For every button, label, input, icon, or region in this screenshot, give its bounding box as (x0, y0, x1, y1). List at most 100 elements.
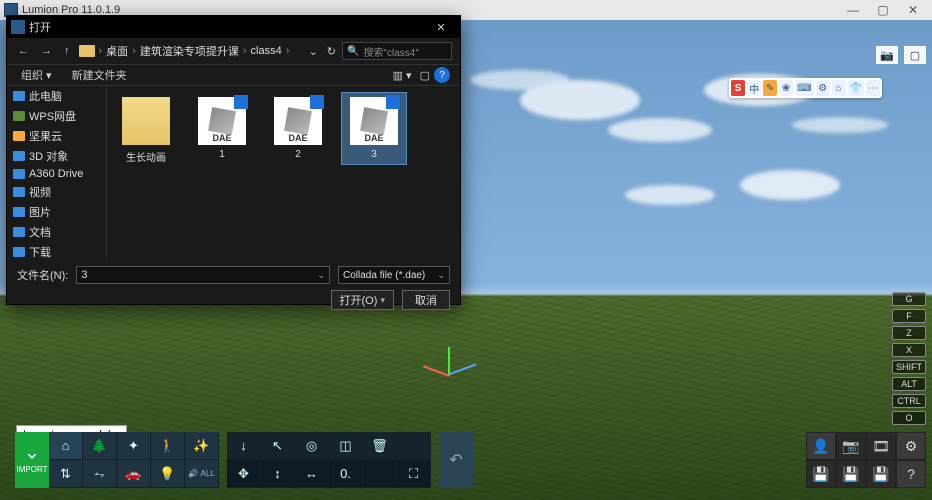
cat-light-button[interactable]: 💡 (151, 460, 185, 488)
cancel-button[interactable]: 取消 (402, 290, 450, 310)
folder-item[interactable]: 生长动画 (113, 92, 179, 169)
view-mode-button[interactable]: ▥ ▾ (389, 69, 416, 82)
open-button[interactable]: 打开(O) ▾ (331, 290, 394, 310)
ime-chip[interactable]: 中 (747, 80, 761, 96)
camera-toggle-icon[interactable]: 📷 (876, 46, 898, 64)
chevron-down-icon[interactable]: ⌄ (437, 270, 445, 281)
minimize-button[interactable]: — (838, 0, 868, 20)
chevron-down-icon[interactable]: ⌄ (317, 270, 325, 281)
file-icon: DAE (274, 97, 322, 145)
dialog-title: 打开 (29, 19, 51, 35)
file-item[interactable]: DAE2 (265, 92, 331, 165)
cat-utility-button[interactable]: ⥊ (83, 460, 117, 488)
cat-people-button[interactable]: 🚶 (151, 432, 185, 460)
dialog-titlebar[interactable]: 打开 ✕ (7, 16, 460, 38)
save-button[interactable]: 💾 (806, 460, 836, 488)
movie-mode-button[interactable]: 🎞 (866, 432, 896, 460)
load-button[interactable]: 💾 (866, 460, 896, 488)
filename-label: 文件名(N): (17, 267, 68, 283)
save-as-button[interactable]: 💾 (836, 460, 866, 488)
nav-back-button[interactable]: ← (15, 45, 32, 57)
tree-node[interactable]: 图片 (7, 202, 106, 222)
mode-toolbar: 👤 📷 🎞 ⚙ 💾 💾 💾 ? (806, 432, 926, 488)
tree-node[interactable]: 文档 (7, 222, 106, 242)
move-h-button[interactable]: ↔ (295, 460, 329, 488)
tree-label: 坚果云 (29, 128, 62, 144)
crumb[interactable]: 桌面 (106, 43, 128, 59)
context-button[interactable]: ◎ (295, 432, 329, 460)
category-group: IMPORT ⌂ 🌲 ✦ 🚶 ✨ ⇅ ⥊ 🚗 💡 🔊 ALL (15, 432, 219, 488)
tree-icon (13, 227, 25, 237)
key-hint: X (892, 343, 926, 357)
refresh-button[interactable]: ↻ (327, 45, 336, 58)
close-button[interactable]: ✕ (898, 0, 928, 20)
ime-chip[interactable]: S (731, 80, 745, 96)
import-icon (23, 447, 41, 465)
crumb[interactable]: 建筑渲染专项提升课 (140, 43, 239, 59)
folder-tree[interactable]: 此电脑WPS网盘坚果云3D 对象A360 Drive视频图片文档下载音乐桌面OS… (7, 86, 107, 260)
path-dropdown-icon[interactable]: ⌄ (306, 45, 321, 58)
key-hint: CTRL (892, 394, 926, 408)
dialog-footer: 文件名(N): 3 ⌄ Collada file (*.dae) ⌄ 打开(O)… (7, 260, 460, 316)
ime-chip[interactable]: 👕 (848, 80, 864, 96)
photo-mode-button[interactable]: 📷 (836, 432, 866, 460)
key-hint: ALT (892, 377, 926, 391)
file-item[interactable]: DAE1 (189, 92, 255, 165)
ime-chip[interactable]: ⌨ (795, 80, 813, 96)
nav-forward-button[interactable]: → (38, 45, 55, 57)
ime-chip[interactable]: ⚙ (816, 80, 830, 96)
dialog-close-button[interactable]: ✕ (426, 21, 456, 34)
build-mode-button[interactable]: 👤 (806, 432, 836, 460)
tree-node[interactable]: 下载 (7, 242, 106, 260)
move-button[interactable]: ✥ (227, 460, 261, 488)
place-button[interactable]: ↓ (227, 432, 261, 460)
duplicate-button[interactable]: ◫ (329, 432, 363, 460)
key-hint: G (892, 292, 926, 306)
tree-node[interactable]: 视频 (7, 182, 106, 202)
search-input[interactable]: 🔍 搜索"class4" (342, 42, 452, 60)
cat-fx-button[interactable]: ✨ (185, 432, 219, 460)
ime-toolbar[interactable]: S 中 ✎ ❀ ⌨ ⚙ ⌂ 👕 ⋯ (729, 78, 882, 98)
focus-button[interactable]: ⛶ (397, 460, 431, 488)
nav-up-button[interactable]: ↑ (61, 45, 73, 57)
cat-all-button[interactable]: 🔊 ALL (185, 460, 219, 488)
screen-toggle-icon[interactable]: ▢ (904, 46, 926, 64)
organize-button[interactable]: 组织 ▾ (17, 67, 56, 83)
preview-pane-button[interactable]: ▢ (416, 69, 434, 82)
cat-transport-button[interactable]: ⇅ (49, 460, 83, 488)
cat-effects-button[interactable]: ✦ (117, 432, 151, 460)
dialog-help-button[interactable]: ? (434, 67, 450, 83)
new-folder-button[interactable]: 新建文件夹 (68, 67, 131, 83)
cat-vehicle-button[interactable]: 🚗 (117, 460, 151, 488)
tree-node[interactable]: WPS网盘 (7, 106, 106, 126)
tree-icon (13, 111, 25, 121)
spacer (397, 432, 431, 460)
breadcrumb[interactable]: › 桌面 › 建筑渲染专项提升课 › class4 › (79, 43, 300, 59)
tree-node[interactable]: 此电脑 (7, 86, 106, 106)
cat-nature-button[interactable]: ⌂ (49, 432, 83, 460)
undo-button[interactable]: ↶ (439, 432, 473, 488)
filename-input[interactable]: 3 ⌄ (76, 266, 330, 284)
file-item[interactable]: DAE3 (341, 92, 407, 165)
select-button[interactable]: ↖ (261, 432, 295, 460)
tree-icon (13, 91, 25, 101)
import-button[interactable]: IMPORT (15, 432, 49, 488)
ime-chip[interactable]: ⋯ (866, 80, 880, 96)
file-list[interactable]: 生长动画DAE1DAE2DAE3 (107, 86, 460, 260)
ime-chip[interactable]: ❀ (779, 80, 793, 96)
delete-button[interactable]: 🗑 (363, 432, 397, 460)
ime-chip[interactable]: ✎ (763, 80, 777, 96)
cat-tree-button[interactable]: 🌲 (83, 432, 117, 460)
tree-node[interactable]: 3D 对象 (7, 146, 106, 166)
tree-node[interactable]: 坚果云 (7, 126, 106, 146)
crumb[interactable]: class4 (251, 45, 282, 57)
settings-button[interactable]: ⚙ (896, 432, 926, 460)
tree-label: 此电脑 (29, 88, 62, 104)
tree-node[interactable]: A360 Drive (7, 166, 106, 182)
file-type-filter[interactable]: Collada file (*.dae) ⌄ (338, 266, 450, 284)
help-button[interactable]: ? (896, 460, 926, 488)
ime-chip[interactable]: ⌂ (832, 80, 846, 96)
move-v-button[interactable]: ↕ (261, 460, 295, 488)
maximize-button[interactable]: ▢ (868, 0, 898, 20)
scale-value[interactable]: 0. (329, 460, 363, 488)
